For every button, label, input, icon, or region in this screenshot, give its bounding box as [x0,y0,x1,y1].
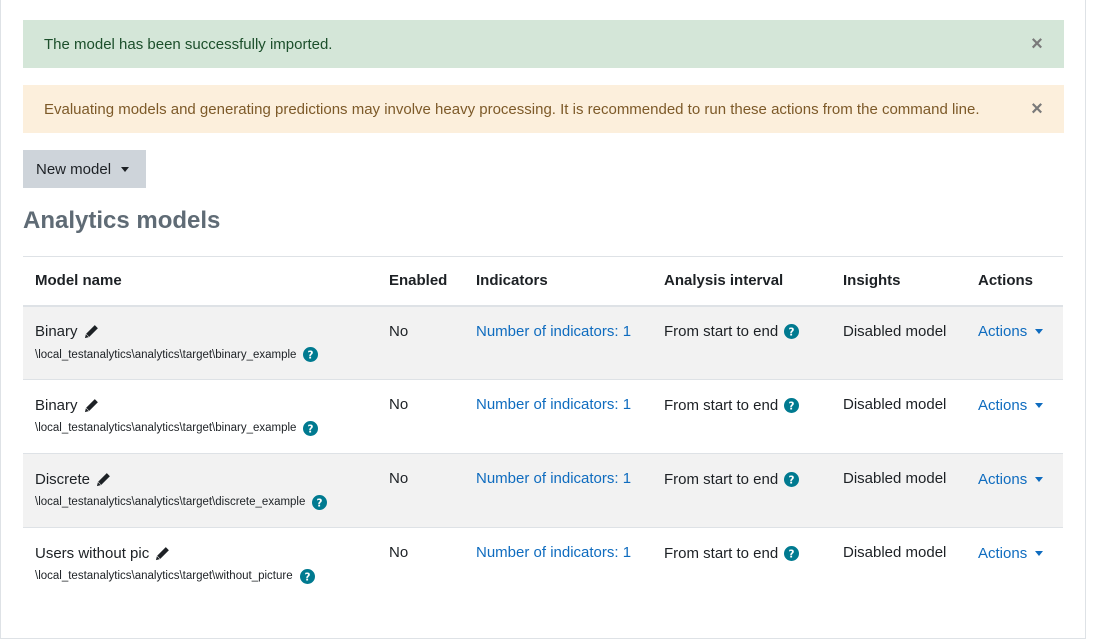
model-target: \local_testanalytics\analytics\target\bi… [35,348,297,361]
model-name: Discrete [35,470,91,488]
warning-alert: Evaluating models and generating predict… [23,85,1064,133]
indicators-link[interactable]: Number of indicators: 1 [476,323,631,340]
model-target: \local_testanalytics\analytics\target\bi… [35,422,297,434]
header-actions: Actions [978,272,1034,290]
question-circle-icon[interactable]: ? [784,397,800,413]
table-row: Users without pic \local_testanalytics\a… [23,528,1063,602]
actions-menu[interactable]: Actions [978,544,1051,562]
analysis-interval-value: From start to end [664,544,779,562]
table-row: Binary \local_testanalytics\analytics\ta… [23,380,1063,454]
enabled-value: No [389,322,409,340]
model-name: Binary [35,323,78,340]
model-name: Binary [35,396,78,414]
insights-value: Disabled model [843,544,947,561]
close-icon[interactable]: × [1028,99,1046,119]
svg-text:?: ? [789,400,795,412]
svg-text:?: ? [304,571,310,583]
success-alert-message: The model has been successfully imported… [44,35,333,53]
question-circle-icon[interactable]: ? [312,494,328,510]
caret-down-icon [1035,550,1044,556]
enabled-value: No [389,470,409,487]
question-circle-icon[interactable]: ? [784,324,800,339]
actions-label: Actions [978,470,1028,488]
caret-down-icon [121,166,130,172]
table-row: Binary \local_testanalytics\analytics\ta… [23,305,1063,380]
svg-text:?: ? [317,497,323,509]
warning-alert-message: Evaluating models and generating predict… [44,100,980,118]
page-title: Analytics models [23,207,221,234]
svg-text:?: ? [789,474,795,486]
caret-down-icon [1035,402,1044,408]
table-row: Discrete \local_testanalytics\analytics\… [23,453,1063,528]
actions-label: Actions [978,544,1028,562]
insights-value: Disabled model [843,396,947,413]
actions-menu[interactable]: Actions [978,323,1051,341]
header-insights: Insights [843,272,901,290]
svg-text:?: ? [308,349,314,361]
header-enabled: Enabled [389,272,448,290]
models-table: Model name Enabled Indicators Analysis i… [23,256,1063,602]
actions-label: Actions [978,323,1028,340]
actions-label: Actions [978,396,1028,414]
new-model-button-label: New model [36,160,112,178]
insights-value: Disabled model [843,322,947,340]
caret-down-icon [1035,476,1044,482]
caret-down-icon [1035,329,1044,334]
question-circle-icon[interactable]: ? [784,545,800,561]
svg-text:?: ? [308,423,314,435]
new-model-button[interactable]: New model [23,150,146,188]
header-model-name: Model name [35,272,122,290]
svg-text:?: ? [789,326,795,338]
insights-value: Disabled model [843,470,947,487]
pencil-icon[interactable] [96,472,111,487]
analysis-interval-value: From start to end [664,396,779,414]
question-circle-icon[interactable]: ? [299,568,315,584]
header-analysis-interval: Analysis interval [664,272,784,290]
actions-menu[interactable]: Actions [978,396,1051,414]
question-circle-icon[interactable]: ? [303,347,319,362]
pencil-icon[interactable] [155,546,170,561]
model-target: \local_testanalytics\analytics\target\wi… [35,570,293,582]
question-circle-icon[interactable]: ? [303,420,319,436]
enabled-value: No [389,544,409,561]
indicators-link[interactable]: Number of indicators: 1 [476,470,631,487]
actions-menu[interactable]: Actions [978,470,1051,488]
indicators-link[interactable]: Number of indicators: 1 [476,396,631,413]
model-name: Users without pic [35,544,150,562]
pencil-icon[interactable] [84,398,99,413]
pencil-icon[interactable] [84,324,99,339]
analysis-interval-value: From start to end [664,323,779,340]
success-alert: The model has been successfully imported… [23,20,1064,68]
close-icon[interactable]: × [1028,34,1046,54]
question-circle-icon[interactable]: ? [784,471,800,487]
model-target: \local_testanalytics\analytics\target\di… [35,496,306,508]
indicators-link[interactable]: Number of indicators: 1 [476,544,631,561]
header-indicators: Indicators [476,272,548,290]
enabled-value: No [389,396,409,413]
table-header-row: Model name Enabled Indicators Analysis i… [23,256,1063,306]
svg-text:?: ? [789,548,795,560]
analysis-interval-value: From start to end [664,470,779,488]
